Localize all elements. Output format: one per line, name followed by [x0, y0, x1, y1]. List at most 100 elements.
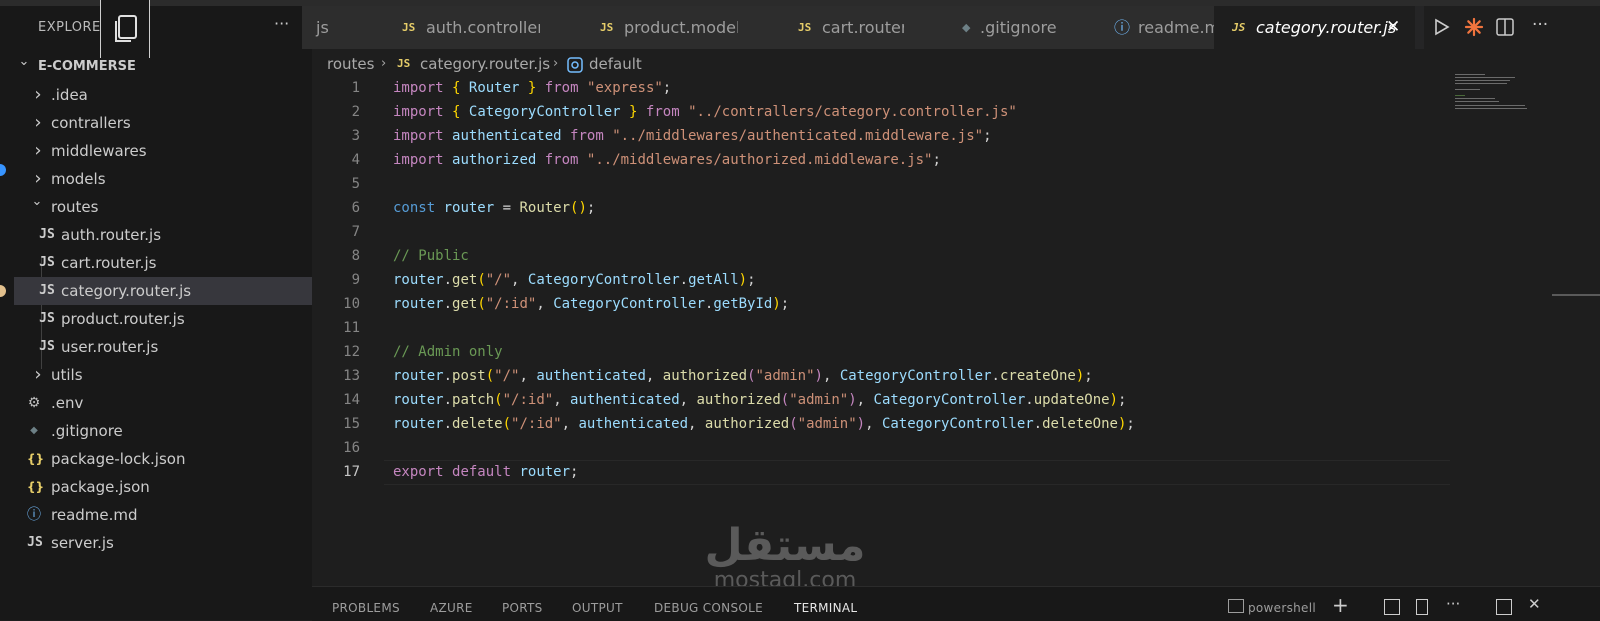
js-file-icon: JS — [39, 311, 55, 326]
trash-icon[interactable] — [1416, 599, 1428, 615]
chevron-right-icon: › — [34, 364, 42, 385]
code-line[interactable]: import { Router } from "express"; — [393, 76, 671, 100]
panel-tab[interactable]: PROBLEMS — [332, 601, 400, 615]
tree-item-label: cart.router.js — [61, 254, 157, 272]
js-file-icon: JS — [397, 57, 411, 70]
code-line[interactable]: // Public — [393, 244, 469, 268]
js-file-icon: JS — [39, 227, 55, 242]
breadcrumb: routes › JS category.router.js › default — [327, 52, 657, 76]
chevron-right-icon: › — [34, 84, 42, 105]
minimap[interactable] — [1455, 72, 1535, 112]
tree-item[interactable]: {} package.json — [14, 473, 312, 501]
info-icon: ⓘ — [27, 507, 41, 523]
breadcrumb-folder[interactable]: routes — [327, 52, 374, 76]
tree-item[interactable]: › models — [14, 165, 312, 193]
line-number: 1 — [351, 80, 360, 96]
git-icon: ◆ — [30, 425, 38, 436]
run-icon[interactable] — [1434, 18, 1450, 36]
tree-item[interactable]: JS auth.router.js — [14, 221, 312, 249]
activity-bar — [0, 6, 14, 620]
json-file-icon: {} — [27, 452, 45, 466]
panel-tab[interactable]: AZURE — [430, 601, 473, 615]
editor-tab[interactable]: JS category.router.js ✕ — [1214, 6, 1415, 49]
editor-tab[interactable]: js — [302, 6, 343, 49]
close-panel-icon[interactable]: ✕ — [1528, 595, 1541, 613]
code-line[interactable]: import authorized from "../middlewares/a… — [393, 148, 941, 172]
files-icon[interactable] — [100, 0, 150, 58]
copilot-icon[interactable] — [1464, 17, 1484, 37]
explorer-more-icon[interactable]: ··· — [274, 14, 289, 33]
line-number: 14 — [343, 392, 360, 408]
watermark-arabic: مستقل — [704, 520, 866, 571]
breadcrumb-file[interactable]: category.router.js — [420, 52, 550, 76]
line-number: 13 — [343, 368, 360, 384]
tree-item[interactable]: ⚙ .env — [14, 389, 312, 417]
line-number: 8 — [351, 248, 360, 264]
tree-item-label: utils — [51, 366, 83, 384]
more-panel-icon[interactable]: ··· — [1446, 595, 1460, 613]
editor-tab[interactable]: JS auth.controller.js — [342, 6, 560, 49]
tree-item[interactable]: ⓘ readme.md — [14, 501, 312, 529]
code-line[interactable]: const router = Router(); — [393, 196, 595, 220]
breadcrumb-separator-icon: › — [553, 56, 559, 71]
tree-item[interactable]: ⌄ routes — [14, 193, 312, 221]
breadcrumb-separator-icon: › — [381, 56, 387, 71]
tree-item[interactable]: {} package-lock.json — [14, 445, 312, 473]
tree-item-label: auth.router.js — [61, 226, 162, 244]
line-number: 17 — [343, 464, 360, 480]
editor-tabs: js JS auth.controller.js JS product.model.js… — [302, 6, 1424, 49]
breadcrumb-symbol[interactable]: default — [589, 52, 642, 76]
editor-tab[interactable]: ◆ .gitignore — [904, 6, 1057, 49]
code-line[interactable]: router.patch("/:id", authenticated, auth… — [393, 388, 1126, 412]
info-icon: ⓘ — [1114, 18, 1131, 37]
code-line[interactable]: export default router; — [393, 460, 578, 484]
tree-item[interactable]: › .idea — [14, 81, 312, 109]
tree-item-label: .idea — [51, 86, 88, 104]
js-file-icon: JS — [798, 21, 812, 34]
tree-item[interactable]: › contrallers — [14, 109, 312, 137]
code-line[interactable]: import { CategoryController } from "../c… — [393, 100, 1017, 124]
tree-item[interactable]: › middlewares — [14, 137, 312, 165]
explorer-sidebar: EXPLORER ··· ⌄ E-COMMERSE › .idea › contralle… — [14, 0, 312, 620]
code-line[interactable]: // Admin only — [393, 340, 503, 364]
chevron-right-icon: › — [34, 112, 42, 133]
tree-item-label: E-COMMERSE — [38, 59, 136, 74]
code-line[interactable]: import authenticated from "../middleware… — [393, 124, 992, 148]
more-actions-icon[interactable]: ··· — [1532, 15, 1548, 35]
split-editor-icon[interactable] — [1496, 18, 1514, 36]
tree-item[interactable]: ⌄ E-COMMERSE — [14, 53, 312, 81]
code-line[interactable]: router.post("/", authenticated, authoriz… — [393, 364, 1093, 388]
editor-tab[interactable]: ⓘ readme.md — [1056, 6, 1230, 49]
panel-tab[interactable]: PORTS — [502, 601, 543, 615]
js-file-icon: JS — [39, 283, 55, 298]
tree-item[interactable]: JS category.router.js — [14, 277, 312, 305]
code-line[interactable]: router.get("/:id", CategoryController.ge… — [393, 292, 789, 316]
close-icon[interactable]: ✕ — [1386, 6, 1400, 49]
code-line[interactable]: router.get("/", CategoryController.getAl… — [393, 268, 756, 292]
tree-item-label: .gitignore — [51, 422, 123, 440]
new-terminal-icon[interactable]: + — [1332, 593, 1349, 617]
tree-item-label: contrallers — [51, 114, 131, 132]
tree-item[interactable]: JS cart.router.js — [14, 249, 312, 277]
tree-item[interactable]: › utils — [14, 361, 312, 389]
terminal-shell-icon — [1228, 599, 1244, 613]
panel-tab[interactable]: TERMINAL — [794, 601, 857, 615]
editor-tab-label: category.router.js — [1256, 18, 1397, 37]
tree-item-label: category.router.js — [61, 282, 192, 300]
tree-item[interactable]: JS server.js — [14, 529, 312, 557]
panel-tab[interactable]: OUTPUT — [572, 601, 623, 615]
tree-item-label: middlewares — [51, 142, 147, 160]
tree-item-label: product.router.js — [61, 310, 185, 328]
split-terminal-icon[interactable] — [1384, 599, 1400, 615]
tree-item-label: routes — [51, 198, 99, 216]
code-line[interactable]: router.delete("/:id", authenticated, aut… — [393, 412, 1135, 436]
terminal-shell-label[interactable]: powershell — [1248, 601, 1316, 615]
panel-tab[interactable]: DEBUG CONSOLE — [654, 601, 763, 615]
editor-tab[interactable]: JS product.model.js — [540, 6, 758, 49]
editor-tab-label: js — [316, 18, 329, 37]
tree-item[interactable]: JS product.router.js — [14, 305, 312, 333]
tree-item[interactable]: ◆ .gitignore — [14, 417, 312, 445]
tree-item[interactable]: JS user.router.js — [14, 333, 312, 361]
editor-tab[interactable]: JS cart.router.js — [738, 6, 924, 49]
maximize-panel-icon[interactable] — [1496, 599, 1512, 615]
